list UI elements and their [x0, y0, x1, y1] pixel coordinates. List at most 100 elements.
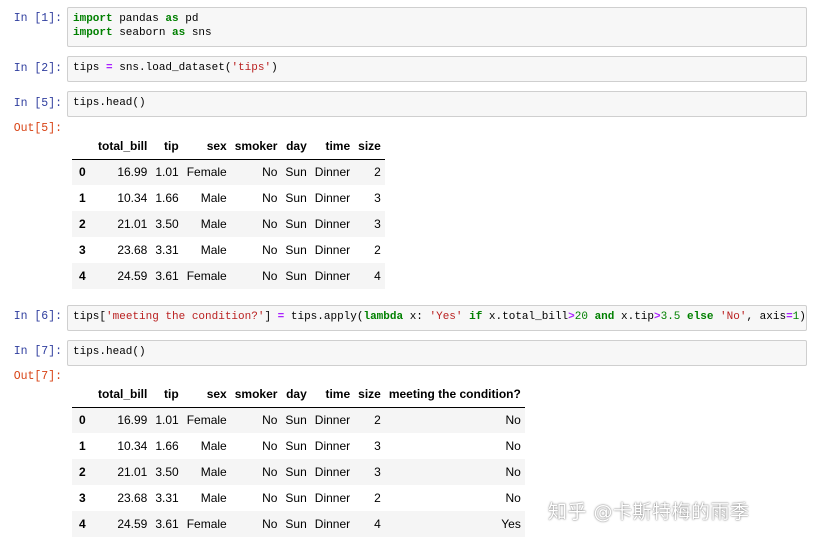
cell-time: Dinner: [314, 191, 351, 205]
cell-smoker: No: [262, 465, 278, 479]
cell-tip: 1.66: [155, 439, 179, 453]
row-index: 3: [79, 243, 86, 257]
column-header: meeting the condition?: [384, 381, 525, 408]
cell-day: Sun: [285, 269, 307, 283]
cell-time: Dinner: [314, 413, 351, 428]
column-header: sex: [182, 133, 231, 160]
cell-1-prompt: In [1]:: [13, 12, 62, 25]
cell-tip: 3.50: [155, 217, 179, 231]
code-text: ): [799, 311, 806, 323]
cell-meeting-condition: No: [505, 465, 521, 479]
keyword: else: [687, 311, 714, 323]
code-text: tips.apply(: [284, 311, 364, 323]
cell-time: Dinner: [314, 491, 351, 505]
table-row: 3 23.68 3.31 Male No Sun Dinner 2: [72, 237, 385, 263]
string-literal: 'meeting the condition?': [106, 311, 265, 323]
string-literal: 'tips': [231, 62, 272, 74]
cell-day: Sun: [285, 517, 307, 531]
table-row: 2 21.01 3.50 Male No Sun Dinner 3: [72, 211, 385, 237]
cell-time: Dinner: [314, 243, 351, 257]
cell-sex: Male: [200, 491, 227, 505]
cell-size: 4: [374, 517, 381, 531]
column-header: total_bill: [94, 381, 152, 408]
cell-smoker: No: [262, 217, 278, 231]
keyword: if: [469, 311, 483, 323]
cell-1-input[interactable]: import pandas as pd import seaborn as sn…: [67, 7, 807, 47]
row-index: 2: [79, 217, 86, 231]
cell-sex: Male: [200, 191, 227, 205]
keyword: import: [73, 27, 113, 39]
code-text: ]: [264, 311, 278, 323]
code-text: tips.head(): [73, 97, 146, 109]
column-header: size: [354, 381, 385, 408]
cell-size: 2: [374, 165, 381, 180]
keyword: as: [172, 27, 186, 39]
table-row: 1 10.34 1.66 Male No Sun Dinner 3 No: [72, 433, 525, 459]
cell-tip: 3.61: [155, 517, 179, 531]
cell-2-input[interactable]: tips = sns.load_dataset('tips'): [67, 56, 807, 82]
cell-size: 3: [374, 439, 381, 453]
cell-total-bill: 10.34: [117, 439, 148, 453]
cell-size: 3: [374, 465, 381, 479]
cell-time: Dinner: [314, 217, 351, 231]
row-index: 3: [79, 491, 86, 505]
string-literal: 'Yes': [429, 311, 463, 323]
cell-smoker: No: [262, 191, 278, 205]
keyword: lambda: [363, 311, 404, 323]
row-index: 4: [79, 517, 86, 531]
cell-tip: 3.50: [155, 465, 179, 479]
column-header: smoker: [230, 381, 282, 408]
cell-smoker: No: [262, 413, 278, 428]
cell-meeting-condition: No: [505, 439, 521, 453]
cell-size: 2: [374, 413, 381, 428]
cell-3-input[interactable]: tips.head(): [67, 91, 807, 117]
operator: >: [654, 311, 661, 323]
cell-tip: 1.66: [155, 191, 179, 205]
cell-4-input[interactable]: tips['meeting the condition?'] = tips.ap…: [67, 305, 807, 331]
cell-smoker: No: [262, 269, 278, 283]
cell-tip: 3.31: [155, 243, 179, 257]
cell-3-out-prompt: Out[5]:: [13, 122, 62, 135]
cell-3-prompt: In [5]:: [13, 97, 62, 110]
row-index: 0: [79, 413, 86, 428]
cell-size: 4: [374, 269, 381, 283]
cell-5-input[interactable]: tips.head(): [67, 340, 807, 366]
cell-total-bill: 24.59: [117, 517, 148, 531]
table-row: 1 10.34 1.66 Male No Sun Dinner 3: [72, 185, 385, 211]
table-header-row: total_bill tip sex smoker day time size: [72, 133, 385, 160]
cell-tip: 1.01: [155, 413, 179, 428]
number-literal: 3.5: [660, 311, 681, 323]
table-row: 2 21.01 3.50 Male No Sun Dinner 3 No: [72, 459, 525, 485]
code-text: pd: [178, 13, 199, 25]
number-literal: 20: [574, 311, 588, 323]
cell-meeting-condition: No: [505, 413, 521, 428]
cell-smoker: No: [262, 165, 278, 180]
row-index: 2: [79, 465, 86, 479]
cell-day: Sun: [285, 413, 307, 428]
cell-total-bill: 16.99: [117, 165, 148, 180]
cell-total-bill: 10.34: [117, 191, 148, 205]
cell-meeting-condition: No: [505, 491, 521, 505]
row-index: 0: [79, 165, 86, 180]
dataframe-table-2: total_bill tip sex smoker day time size …: [72, 381, 525, 537]
row-index: 4: [79, 269, 86, 283]
code-text: seaborn: [112, 27, 173, 39]
operator: =: [786, 311, 793, 323]
cell-2-prompt: In [2]:: [13, 62, 62, 75]
cell-total-bill: 16.99: [117, 413, 148, 428]
cell-4-prompt: In [6]:: [13, 310, 62, 323]
column-header: smoker: [230, 133, 282, 160]
code-text: pandas: [112, 13, 166, 25]
cell-total-bill: 21.01: [117, 217, 148, 231]
cell-smoker: No: [262, 491, 278, 505]
cell-smoker: No: [262, 439, 278, 453]
cell-tip: 1.01: [155, 165, 179, 180]
cell-day: Sun: [285, 243, 307, 257]
cell-time: Dinner: [314, 269, 351, 283]
cell-time: Dinner: [314, 517, 351, 531]
cell-smoker: No: [262, 243, 278, 257]
cell-sex: Female: [186, 517, 227, 531]
column-header: sex: [182, 381, 231, 408]
cell-sex: Male: [200, 217, 227, 231]
cell-meeting-condition: Yes: [501, 517, 521, 531]
